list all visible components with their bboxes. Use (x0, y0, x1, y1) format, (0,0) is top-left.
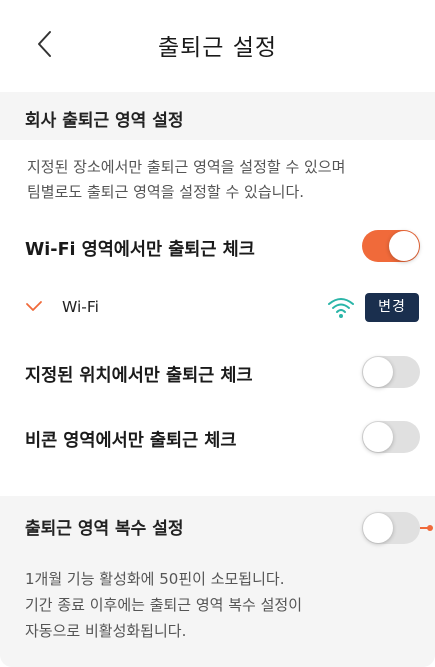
wifi-network-item: Wi-Fi 변경 (0, 286, 435, 330)
section-description: 1개월 기능 활성화에 50핀이 소모됩니다. 기간 종료 이후에는 출퇴근 영… (25, 566, 302, 644)
multiple-areas-description-panel: 1개월 기능 활성화에 50핀이 소모됩니다. 기간 종료 이후에는 출퇴근 영… (0, 552, 435, 667)
description-line: 자동으로 비활성화됩니다. (25, 622, 187, 640)
section-title: 회사 출퇴근 영역 설정 (25, 111, 184, 131)
section-description: 지정된 장소에서만 출퇴근 영역을 설정할 수 있으며 팀별로도 출퇴근 영역을… (27, 155, 345, 205)
multiple-areas-toggle[interactable] (362, 512, 420, 544)
description-line: 팀별로도 출퇴근 영역을 설정할 수 있습니다. (27, 183, 305, 201)
wifi-check-label: Wi-Fi 영역에서만 출퇴근 체크 (25, 240, 255, 260)
toggle-knob (363, 422, 393, 452)
toggle-knob (389, 231, 419, 261)
indicator-dot (427, 525, 433, 531)
description-line: 기간 종료 이후에는 출퇴근 영역 복수 설정이 (25, 596, 303, 614)
wifi-check-toggle[interactable] (362, 230, 420, 262)
change-wifi-button[interactable]: 변경 (365, 293, 419, 322)
wifi-icon (328, 298, 354, 318)
location-check-toggle[interactable] (362, 356, 420, 388)
settings-screen: 출퇴근 설정 회사 출퇴근 영역 설정 지정된 장소에서만 출퇴근 영역을 설정… (0, 0, 435, 667)
description-line: 지정된 장소에서만 출퇴근 영역을 설정할 수 있으며 (27, 158, 346, 176)
toggle-knob (363, 513, 393, 543)
header-bar: 출퇴근 설정 (0, 0, 435, 92)
section-header-attendance-area: 회사 출퇴근 영역 설정 (0, 92, 435, 140)
toggle-knob (363, 357, 393, 387)
location-check-label: 지정된 위치에서만 출퇴근 체크 (25, 366, 253, 386)
beacon-check-toggle[interactable] (362, 421, 420, 453)
check-icon (26, 301, 42, 311)
description-line: 1개월 기능 활성화에 50핀이 소모됩니다. (25, 570, 285, 588)
beacon-check-label: 비콘 영역에서만 출퇴근 체크 (25, 431, 237, 451)
wifi-network-name: Wi-Fi (62, 298, 99, 316)
page-title: 출퇴근 설정 (157, 35, 278, 61)
section-title: 출퇴근 영역 복수 설정 (25, 519, 184, 539)
